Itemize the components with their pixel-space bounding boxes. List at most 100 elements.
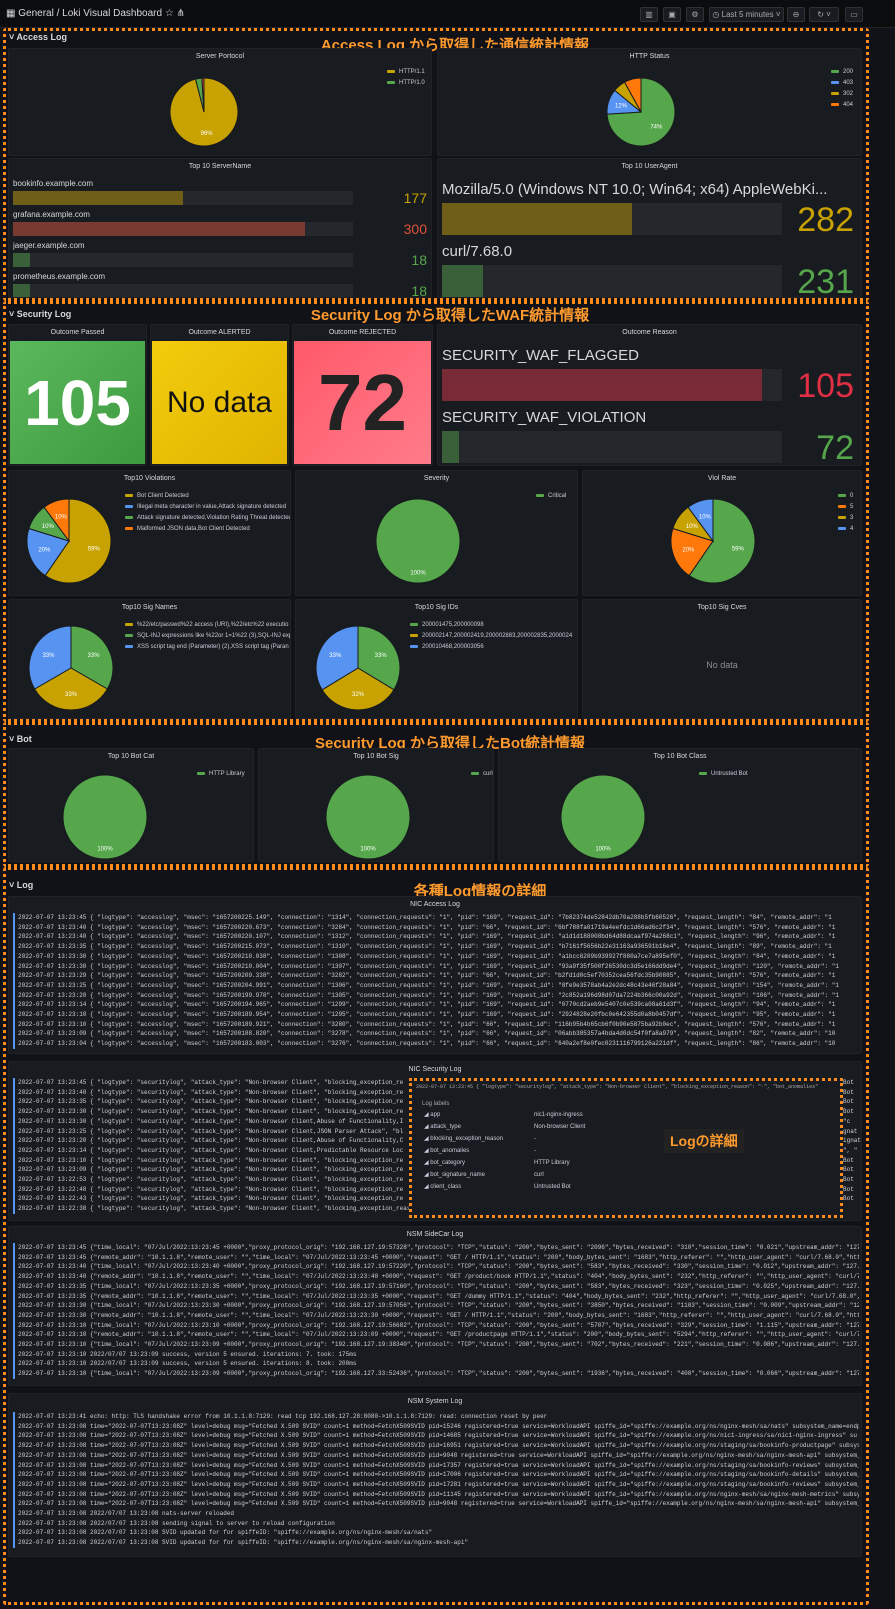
log-line[interactable]: 2022-07-07 13:23:40 {"remote_addr": "10.…: [13, 1272, 859, 1282]
log-line[interactable]: 2022-07-07 13:23:08 time="2022-07-07T13:…: [13, 1470, 859, 1480]
log-line[interactable]: 2022-07-07 13:22:53 { "logtype": "securi…: [13, 1175, 413, 1185]
add-panel-icon[interactable]: ▥: [640, 7, 658, 22]
legend-item[interactable]: XSS script tag end (Parameter) (2),XSS s…: [125, 642, 290, 653]
log-line[interactable]: 2022-07-07 13:23:30 { "logtype": "access…: [13, 951, 859, 962]
breadcrumb[interactable]: ▦ General / Loki Visual Dashboard ☆ ⋔: [6, 8, 185, 19]
log-line[interactable]: 2022-07-07 13:23:14 { "logtype": "securi…: [13, 1145, 413, 1156]
legend-item[interactable]: Critical: [536, 491, 577, 502]
time-range-picker[interactable]: ◷ Last 5 minutes ˅: [709, 7, 784, 22]
log-line[interactable]: 2022-07-07 13:23:25 { "logtype": "securi…: [13, 1126, 413, 1137]
log-line[interactable]: 2022-07-07 13:23:10 {"time_local": "07/J…: [13, 1340, 859, 1350]
log-line[interactable]: 2022-07-07 13:23:20 { "logtype": "securi…: [13, 1136, 413, 1146]
log-line[interactable]: 2022-07-07 13:23:08 time="2022-07-07T13:…: [13, 1421, 859, 1432]
row-title-bot[interactable]: ˅ Bot: [9, 734, 32, 744]
legend-item[interactable]: Attack signature detected,Violation Rati…: [125, 513, 290, 524]
log-line[interactable]: 2022-07-07 13:23:40 { "logtype": "securi…: [13, 1087, 413, 1098]
settings-gear-icon[interactable]: ⚙: [686, 7, 704, 22]
log-line[interactable]: 2022-07-07 13:23:08 time="2022-07-07T13:…: [13, 1441, 859, 1451]
log-line[interactable]: 2022-07-07 13:23:30 { "logtype": "securi…: [13, 1116, 413, 1127]
log-line[interactable]: 2022-07-07 13:23:08 2022/07/07 13:23:08 …: [13, 1509, 859, 1519]
legend-item[interactable]: SQL-INJ expressions like %22or 1=1%22 (3…: [125, 631, 290, 642]
legend-item[interactable]: 3: [838, 513, 861, 524]
legend-item[interactable]: %22/etc/passwd%22 access (URI),%22/etc%2…: [125, 620, 290, 631]
legend-item[interactable]: HTTP Library: [197, 769, 253, 780]
legend-item[interactable]: 4: [838, 524, 861, 535]
log-line[interactable]: 2022-07-07 13:23:10 { "logtype": "access…: [13, 1010, 859, 1020]
log-line[interactable]: 2022-07-07 13:22:38 { "logtype": "securi…: [13, 1204, 413, 1214]
log-line[interactable]: 2022-07-07 13:22:48 { "logtype": "securi…: [13, 1184, 413, 1195]
legend-item[interactable]: 5: [838, 502, 861, 513]
row-title-access[interactable]: ˅ Access Log: [9, 32, 67, 42]
save-icon[interactable]: ▣: [663, 7, 681, 22]
log-line[interactable]: 2022-07-07 13:23:10 {"time_local": "07/J…: [13, 1320, 859, 1331]
refresh-button[interactable]: ↻ ˅: [809, 7, 839, 22]
log-line[interactable]: 2022-07-07 13:22:43 { "logtype": "securi…: [13, 1194, 413, 1205]
legend-item[interactable]: 200001475,200000098: [410, 620, 573, 631]
legend-item[interactable]: curl: [471, 769, 493, 780]
legend-item[interactable]: Illegal meta character in value,Attack s…: [125, 502, 290, 513]
star-icon[interactable]: ☆: [165, 8, 174, 19]
detail-label-row[interactable]: ◢ bot_category HTTP Library: [424, 1157, 840, 1169]
log-line[interactable]: 2022-07-07 13:23:08 time="2022-07-07T13:…: [13, 1460, 859, 1471]
row-title-log[interactable]: ˅ Log: [9, 880, 33, 890]
log-line[interactable]: 2022-07-07 13:23:10 { "logtype": "access…: [13, 1019, 859, 1030]
log-line[interactable]: 2022-07-07 13:23:30 {"time_local": "07/J…: [13, 1301, 859, 1311]
row-title-security[interactable]: ˅ Security Log: [9, 309, 71, 319]
log-line[interactable]: 2022-07-07 13:23:08 2022/07/07 13:23:08 …: [13, 1538, 859, 1548]
log-line[interactable]: 2022-07-07 13:23:10 { "logtype": "securi…: [13, 1155, 413, 1166]
detail-label-row[interactable]: ◢ bot_signature_name curl: [424, 1169, 840, 1181]
log-line[interactable]: 2022-07-07 13:23:40 { "logtype": "access…: [13, 932, 859, 943]
log-line[interactable]: 2022-07-07 13:23:45 { "logtype": "securi…: [13, 1078, 413, 1088]
log-line[interactable]: 2022-07-07 13:23:40 {"time_local": "07/J…: [13, 1262, 859, 1273]
detail-label-row[interactable]: ◢ blocking_exception_reason -: [424, 1133, 840, 1145]
log-line[interactable]: 2022-07-07 13:23:35 {"remote_addr": "10.…: [13, 1291, 859, 1302]
log-line[interactable]: 2022-07-07 13:23:08 time="2022-07-07T13:…: [13, 1479, 859, 1490]
log-line[interactable]: 2022-07-07 13:23:45 {"time_local": "07/J…: [13, 1243, 859, 1253]
legend-item[interactable]: Untrusted Bot: [699, 769, 759, 780]
log-line[interactable]: 2022-07-07 13:23:30 { "logtype": "securi…: [13, 1107, 413, 1117]
log-line[interactable]: 2022-07-07 13:23:10 {"remote_addr": "10.…: [13, 1330, 859, 1341]
legend-item[interactable]: 200002147,200002419,200002883,200002835,…: [410, 631, 573, 642]
log-line[interactable]: 2022-07-07 13:23:09 { "logtype": "access…: [13, 1029, 859, 1040]
detail-label-row[interactable]: ◢ attack_type Non-browser Client: [424, 1121, 840, 1133]
log-line[interactable]: 2022-07-07 13:23:08 2022/07/07 13:23:08 …: [13, 1528, 859, 1539]
legend-item[interactable]: 200: [831, 67, 861, 78]
legend-item[interactable]: 403: [831, 78, 861, 89]
log-line[interactable]: 2022-07-07 13:23:08 time="2022-07-07T13:…: [13, 1489, 859, 1500]
share-icon[interactable]: ⋔: [177, 8, 185, 19]
log-line[interactable]: 2022-07-07 13:23:10 2022/07/07 13:23:09 …: [13, 1349, 859, 1360]
log-line[interactable]: 2022-07-07 13:23:40 { "logtype": "access…: [13, 922, 859, 933]
log-line[interactable]: 2022-07-07 13:23:08 time="2022-07-07T13:…: [13, 1431, 859, 1442]
zoom-out-icon[interactable]: ⊖: [787, 7, 805, 22]
log-line[interactable]: 2022-07-07 13:23:10 2022/07/07 13:23:09 …: [13, 1359, 859, 1370]
legend-item[interactable]: 404: [831, 100, 861, 111]
log-line[interactable]: 2022-07-07 13:23:29 { "logtype": "access…: [13, 971, 859, 981]
log-line[interactable]: 2022-07-07 13:23:25 { "logtype": "access…: [13, 980, 859, 991]
log-line[interactable]: 2022-07-07 13:23:08 time="2022-07-07T13:…: [13, 1499, 859, 1510]
log-line[interactable]: 2022-07-07 13:23:35 {"time_local": "07/J…: [13, 1281, 859, 1292]
log-line[interactable]: 2022-07-07 13:23:45 { "logtype": "access…: [13, 913, 859, 923]
log-line[interactable]: 2022-07-07 13:23:14 { "logtype": "access…: [13, 1000, 859, 1011]
log-line[interactable]: 2022-07-07 13:23:09 { "logtype": "securi…: [13, 1165, 413, 1176]
log-line[interactable]: 2022-07-07 13:23:35 { "logtype": "securi…: [13, 1097, 413, 1108]
log-line[interactable]: 2022-07-07 13:23:35 { "logtype": "access…: [13, 942, 859, 952]
log-line[interactable]: 2022-07-07 13:23:45 {"remote_addr": "10.…: [13, 1252, 859, 1263]
log-line[interactable]: 2022-07-07 13:23:20 { "logtype": "access…: [13, 990, 859, 1001]
detail-label-row[interactable]: ◢ client_class Untrusted Bot: [424, 1181, 840, 1193]
log-line[interactable]: 2022-07-07 13:23:30 {"remote_addr": "10.…: [13, 1310, 859, 1321]
log-line[interactable]: 2022-07-07 13:23:10 {"time_local": "07/J…: [13, 1369, 859, 1379]
legend-item[interactable]: 0: [838, 491, 861, 502]
legend-item[interactable]: HTTP/1.0: [387, 78, 431, 89]
log-line[interactable]: 2022-07-07 13:23:04 { "logtype": "access…: [13, 1039, 859, 1049]
detail-label-row[interactable]: ◢ app nic1-nginx-ingress: [424, 1109, 840, 1121]
legend-item[interactable]: Malformed JSON data,Bot Client Detected: [125, 524, 290, 535]
tv-mode-icon[interactable]: ▭: [845, 7, 863, 22]
log-line[interactable]: 2022-07-07 13:23:30 { "logtype": "access…: [13, 961, 859, 972]
legend-item[interactable]: 200010468,200003056: [410, 642, 573, 653]
detail-label-row[interactable]: ◢ bot_anomalies -: [424, 1145, 840, 1157]
legend-item[interactable]: 302: [831, 89, 861, 100]
legend-item[interactable]: Bot Client Detected: [125, 491, 290, 502]
legend-item[interactable]: HTTP/1.1: [387, 67, 431, 78]
log-line[interactable]: 2022-07-07 13:23:41 echo: http: TLS hand…: [13, 1412, 859, 1422]
log-line[interactable]: 2022-07-07 13:23:08 time="2022-07-07T13:…: [13, 1450, 859, 1461]
